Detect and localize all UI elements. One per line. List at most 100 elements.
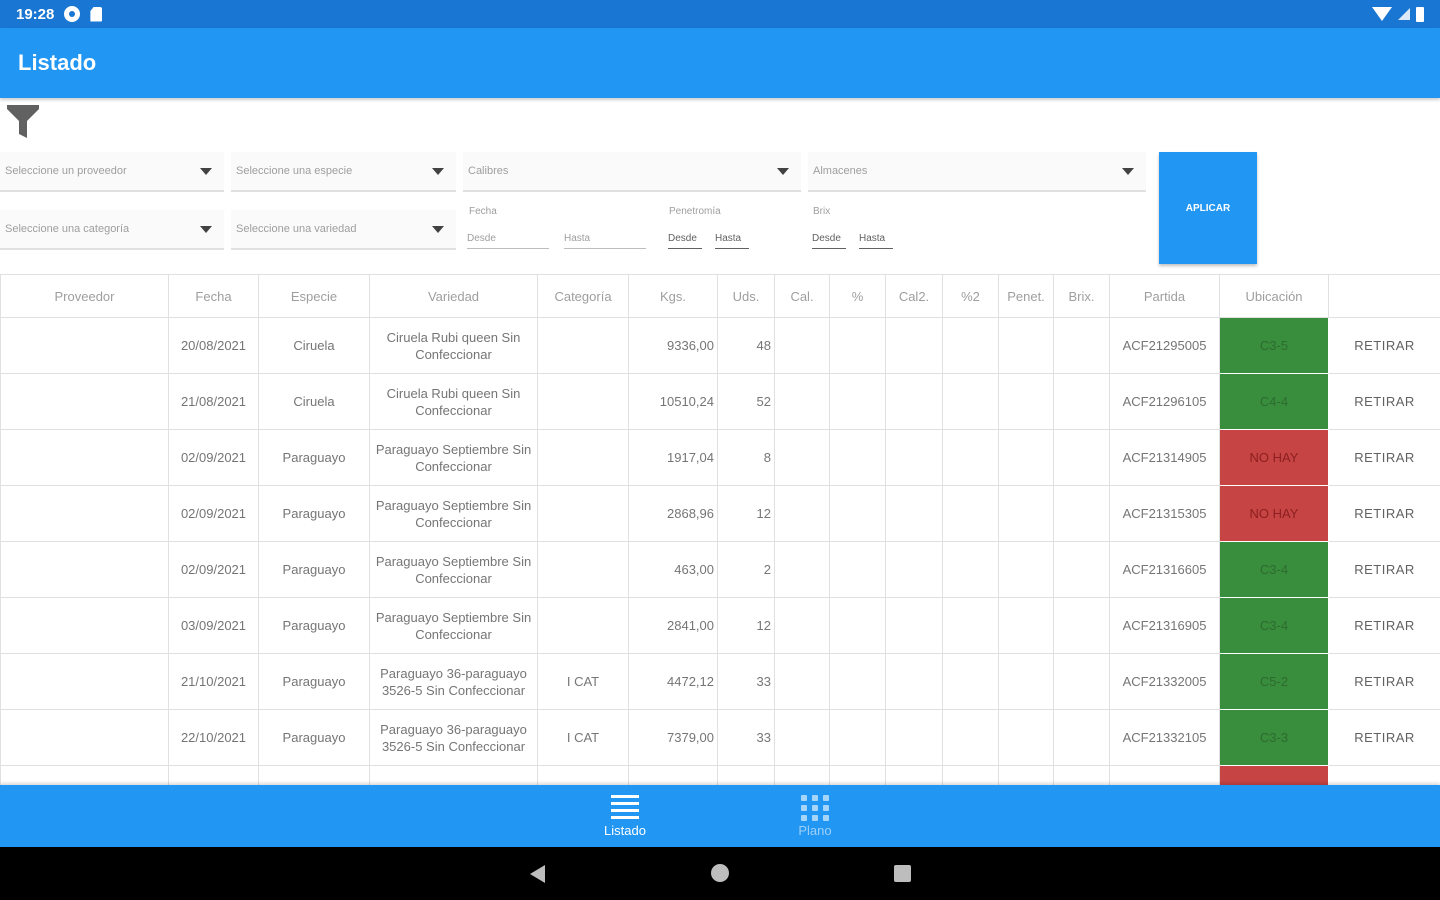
cell-uds: 52	[717, 373, 775, 430]
table-row[interactable]: 02/09/2021 Paraguayo Paraguayo Septiembre …	[0, 541, 1440, 598]
header-ubicacion[interactable]: Ubicación	[1219, 274, 1329, 318]
brix-hasta-input[interactable]: Hasta	[859, 233, 893, 249]
cell-action[interactable]	[1328, 765, 1440, 785]
fecha-hasta-input[interactable]: Hasta	[564, 233, 646, 249]
cell-uds: 2	[717, 541, 775, 598]
cell-action[interactable]: RETIRAR	[1328, 373, 1440, 430]
cell-action[interactable]: RETIRAR	[1328, 317, 1440, 374]
variedad-select[interactable]: Seleccione una variedad	[231, 210, 456, 250]
header-brix[interactable]: Brix.	[1053, 274, 1110, 318]
brix-desde-input[interactable]: Desde	[812, 233, 846, 249]
penetromia-desde-input[interactable]: Desde	[668, 233, 702, 249]
cell-especie: Paraguayo	[258, 653, 370, 710]
cell-pct2	[942, 765, 999, 785]
cell-brix	[1053, 709, 1110, 766]
especie-select[interactable]: Seleccione una especie	[231, 152, 456, 192]
penetromia-hasta-input[interactable]: Hasta	[715, 233, 749, 249]
proveedor-select[interactable]: Seleccione un proveedor	[0, 152, 224, 192]
cell-fecha: 02/09/2021	[168, 485, 259, 542]
cell-proveedor	[0, 541, 169, 598]
cell-ubicacion: NO HAY	[1219, 485, 1329, 542]
table-row[interactable]: 21/10/2021 Paraguayo Paraguayo 36-paraguay…	[0, 653, 1440, 710]
cell-cal	[774, 765, 830, 785]
table-row[interactable]: 21/08/2021 Ciruela Ciruela Rubi queen Sin …	[0, 373, 1440, 430]
cell-cal2	[885, 597, 943, 654]
chevron-down-icon	[1122, 168, 1134, 175]
cell-uds	[717, 765, 775, 785]
header-uds[interactable]: Uds.	[717, 274, 775, 318]
cell-cal	[774, 373, 830, 430]
cell-variedad: Paraguayo 36-paraguayo 3526-5 Sin Confec…	[369, 709, 538, 766]
header-pct2[interactable]: %2	[942, 274, 999, 318]
header-categoria[interactable]: Categoría	[537, 274, 629, 318]
cell-cal	[774, 485, 830, 542]
cell-uds: 12	[717, 485, 775, 542]
cell-variedad: Ciruela Rubi queen Sin Confeccionar	[369, 317, 538, 374]
cell-penet	[998, 317, 1054, 374]
apply-button[interactable]: APLICAR	[1159, 152, 1257, 264]
cell-variedad: Paraguayo Septiembre Sin Confeccionar	[369, 485, 538, 542]
fecha-desde-input[interactable]: Desde	[467, 233, 549, 249]
cell-kgs: 7379,00	[628, 709, 718, 766]
table-row[interactable]: 02/09/2021 Paraguayo Paraguayo Septiembre …	[0, 485, 1440, 542]
table-row[interactable]: 03/09/2021 Paraguayo Paraguayo Septiembre …	[0, 597, 1440, 654]
cell-categoria	[537, 429, 629, 486]
table-row[interactable]: 02/09/2021 Paraguayo Paraguayo Septiembre …	[0, 429, 1440, 486]
battery-icon	[1416, 6, 1424, 22]
cell-action[interactable]: RETIRAR	[1328, 653, 1440, 710]
cell-uds: 33	[717, 653, 775, 710]
cell-uds: 33	[717, 709, 775, 766]
chevron-down-icon	[432, 226, 444, 233]
cell-penet	[998, 597, 1054, 654]
cell-pct	[829, 485, 886, 542]
cell-brix	[1053, 541, 1110, 598]
header-penet[interactable]: Penet.	[998, 274, 1054, 318]
table-row[interactable]: Paraguayo 36-paraguayo	[0, 765, 1440, 785]
cell-action[interactable]: RETIRAR	[1328, 485, 1440, 542]
nav-plano[interactable]: Plano	[755, 785, 875, 847]
cell-penet	[998, 373, 1054, 430]
header-pct[interactable]: %	[829, 274, 886, 318]
cell-cal2	[885, 429, 943, 486]
home-icon[interactable]	[711, 864, 729, 882]
calibres-select[interactable]: Calibres	[463, 152, 801, 192]
header-kgs[interactable]: Kgs.	[628, 274, 718, 318]
cell-uds: 12	[717, 597, 775, 654]
table-row[interactable]: 22/10/2021 Paraguayo Paraguayo 36-paraguay…	[0, 709, 1440, 766]
header-cal[interactable]: Cal.	[774, 274, 830, 318]
cell-action[interactable]: RETIRAR	[1328, 541, 1440, 598]
cell-kgs: 4472,12	[628, 653, 718, 710]
almacenes-select[interactable]: Almacenes	[808, 152, 1146, 192]
header-cal2[interactable]: Cal2.	[885, 274, 943, 318]
cell-ubicacion: C3-4	[1219, 597, 1329, 654]
header-partida[interactable]: Partida	[1109, 274, 1220, 318]
categoria-select[interactable]: Seleccione una categoría	[0, 210, 224, 250]
cell-pct2	[942, 653, 999, 710]
table-row[interactable]: 20/08/2021 Ciruela Ciruela Rubi queen Sin …	[0, 317, 1440, 374]
filter-icon[interactable]	[6, 104, 40, 140]
cell-especie: Paraguayo	[258, 597, 370, 654]
header-especie[interactable]: Especie	[258, 274, 370, 318]
cell-pct	[829, 653, 886, 710]
cell-especie: Paraguayo	[258, 485, 370, 542]
table-header-row: Proveedor Fecha Especie Variedad Categor…	[0, 274, 1440, 318]
back-icon[interactable]	[530, 865, 545, 883]
cell-kgs: 1917,04	[628, 429, 718, 486]
status-bar: 19:28	[0, 0, 1440, 28]
header-fecha[interactable]: Fecha	[168, 274, 259, 318]
recents-icon[interactable]	[894, 865, 911, 882]
header-variedad[interactable]: Variedad	[369, 274, 538, 318]
header-proveedor[interactable]: Proveedor	[0, 274, 169, 318]
cell-categoria	[537, 541, 629, 598]
cell-especie: Ciruela	[258, 373, 370, 430]
cell-action[interactable]: RETIRAR	[1328, 709, 1440, 766]
cell-action[interactable]: RETIRAR	[1328, 597, 1440, 654]
nav-listado[interactable]: Listado	[565, 785, 685, 847]
cell-ubicacion: C3-4	[1219, 541, 1329, 598]
cell-ubicacion: C3-3	[1219, 709, 1329, 766]
cell-cal	[774, 317, 830, 374]
cell-action[interactable]: RETIRAR	[1328, 429, 1440, 486]
cell-cal2	[885, 317, 943, 374]
grid-icon	[801, 794, 829, 821]
cell-kgs: 2841,00	[628, 597, 718, 654]
